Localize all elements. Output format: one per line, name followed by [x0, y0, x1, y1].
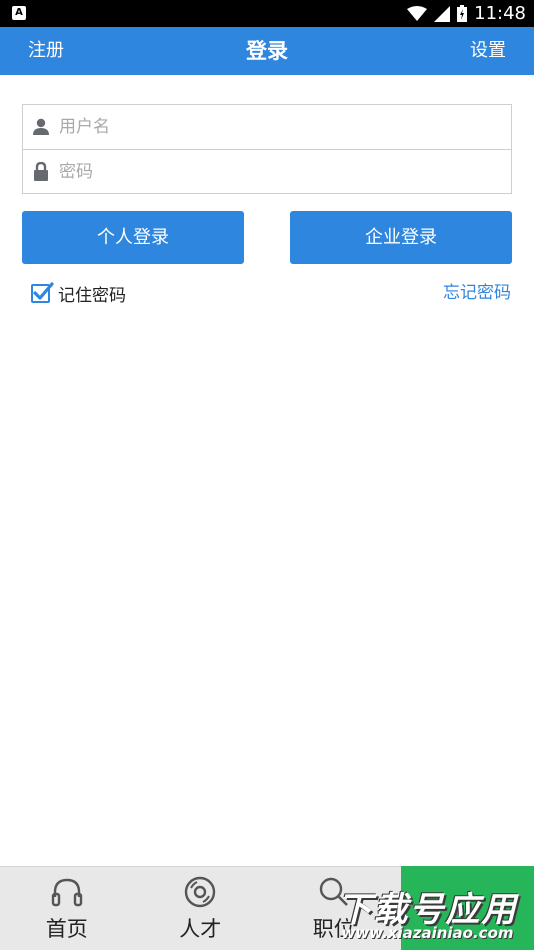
- username-row: [23, 105, 511, 149]
- forgot-password-link[interactable]: 忘记密码: [443, 282, 511, 304]
- wifi-icon: [407, 5, 428, 21]
- page-title: 登录: [246, 39, 288, 63]
- personal-login-button[interactable]: 个人登录: [22, 211, 244, 264]
- status-indicators: 11:48: [407, 0, 526, 27]
- nav-label-home: 首页: [45, 917, 88, 941]
- enterprise-login-button[interactable]: 企业登录: [290, 211, 512, 264]
- user-icon: [23, 118, 59, 136]
- nav-item-mine[interactable]: 我的: [401, 867, 534, 950]
- nav-label-talent: 人才: [179, 917, 222, 941]
- nav-label-jobs: 职位: [312, 917, 355, 941]
- nav-item-home[interactable]: 首页: [0, 867, 134, 950]
- battery-icon: [457, 5, 468, 22]
- remember-checkbox[interactable]: [31, 281, 54, 303]
- nav-item-jobs[interactable]: 职位: [267, 867, 401, 950]
- remember-password[interactable]: 记住密码: [31, 281, 126, 306]
- lock-icon: [23, 162, 59, 181]
- search-icon: [319, 877, 348, 906]
- username-input[interactable]: [59, 107, 511, 147]
- checkmark-icon: [33, 281, 54, 300]
- bottom-nav: 首页 人才 职位 我的: [0, 866, 534, 950]
- remember-label: 记住密码: [58, 285, 126, 306]
- status-bar: A 11:48: [0, 0, 534, 27]
- settings-button[interactable]: 设置: [470, 27, 506, 75]
- login-form: [22, 104, 512, 194]
- app-notification-icon: A: [12, 6, 26, 20]
- nav-label-mine: 我的: [446, 917, 489, 941]
- password-input[interactable]: [59, 151, 511, 192]
- status-time: 11:48: [474, 3, 526, 24]
- user-icon: [453, 877, 482, 907]
- nav-item-talent[interactable]: 人才: [134, 867, 268, 950]
- headphones-icon: [51, 878, 82, 907]
- password-row: [23, 149, 511, 193]
- disc-icon: [185, 876, 216, 908]
- cell-signal-icon: [434, 5, 451, 22]
- app-header: 注册 登录 设置: [0, 27, 534, 75]
